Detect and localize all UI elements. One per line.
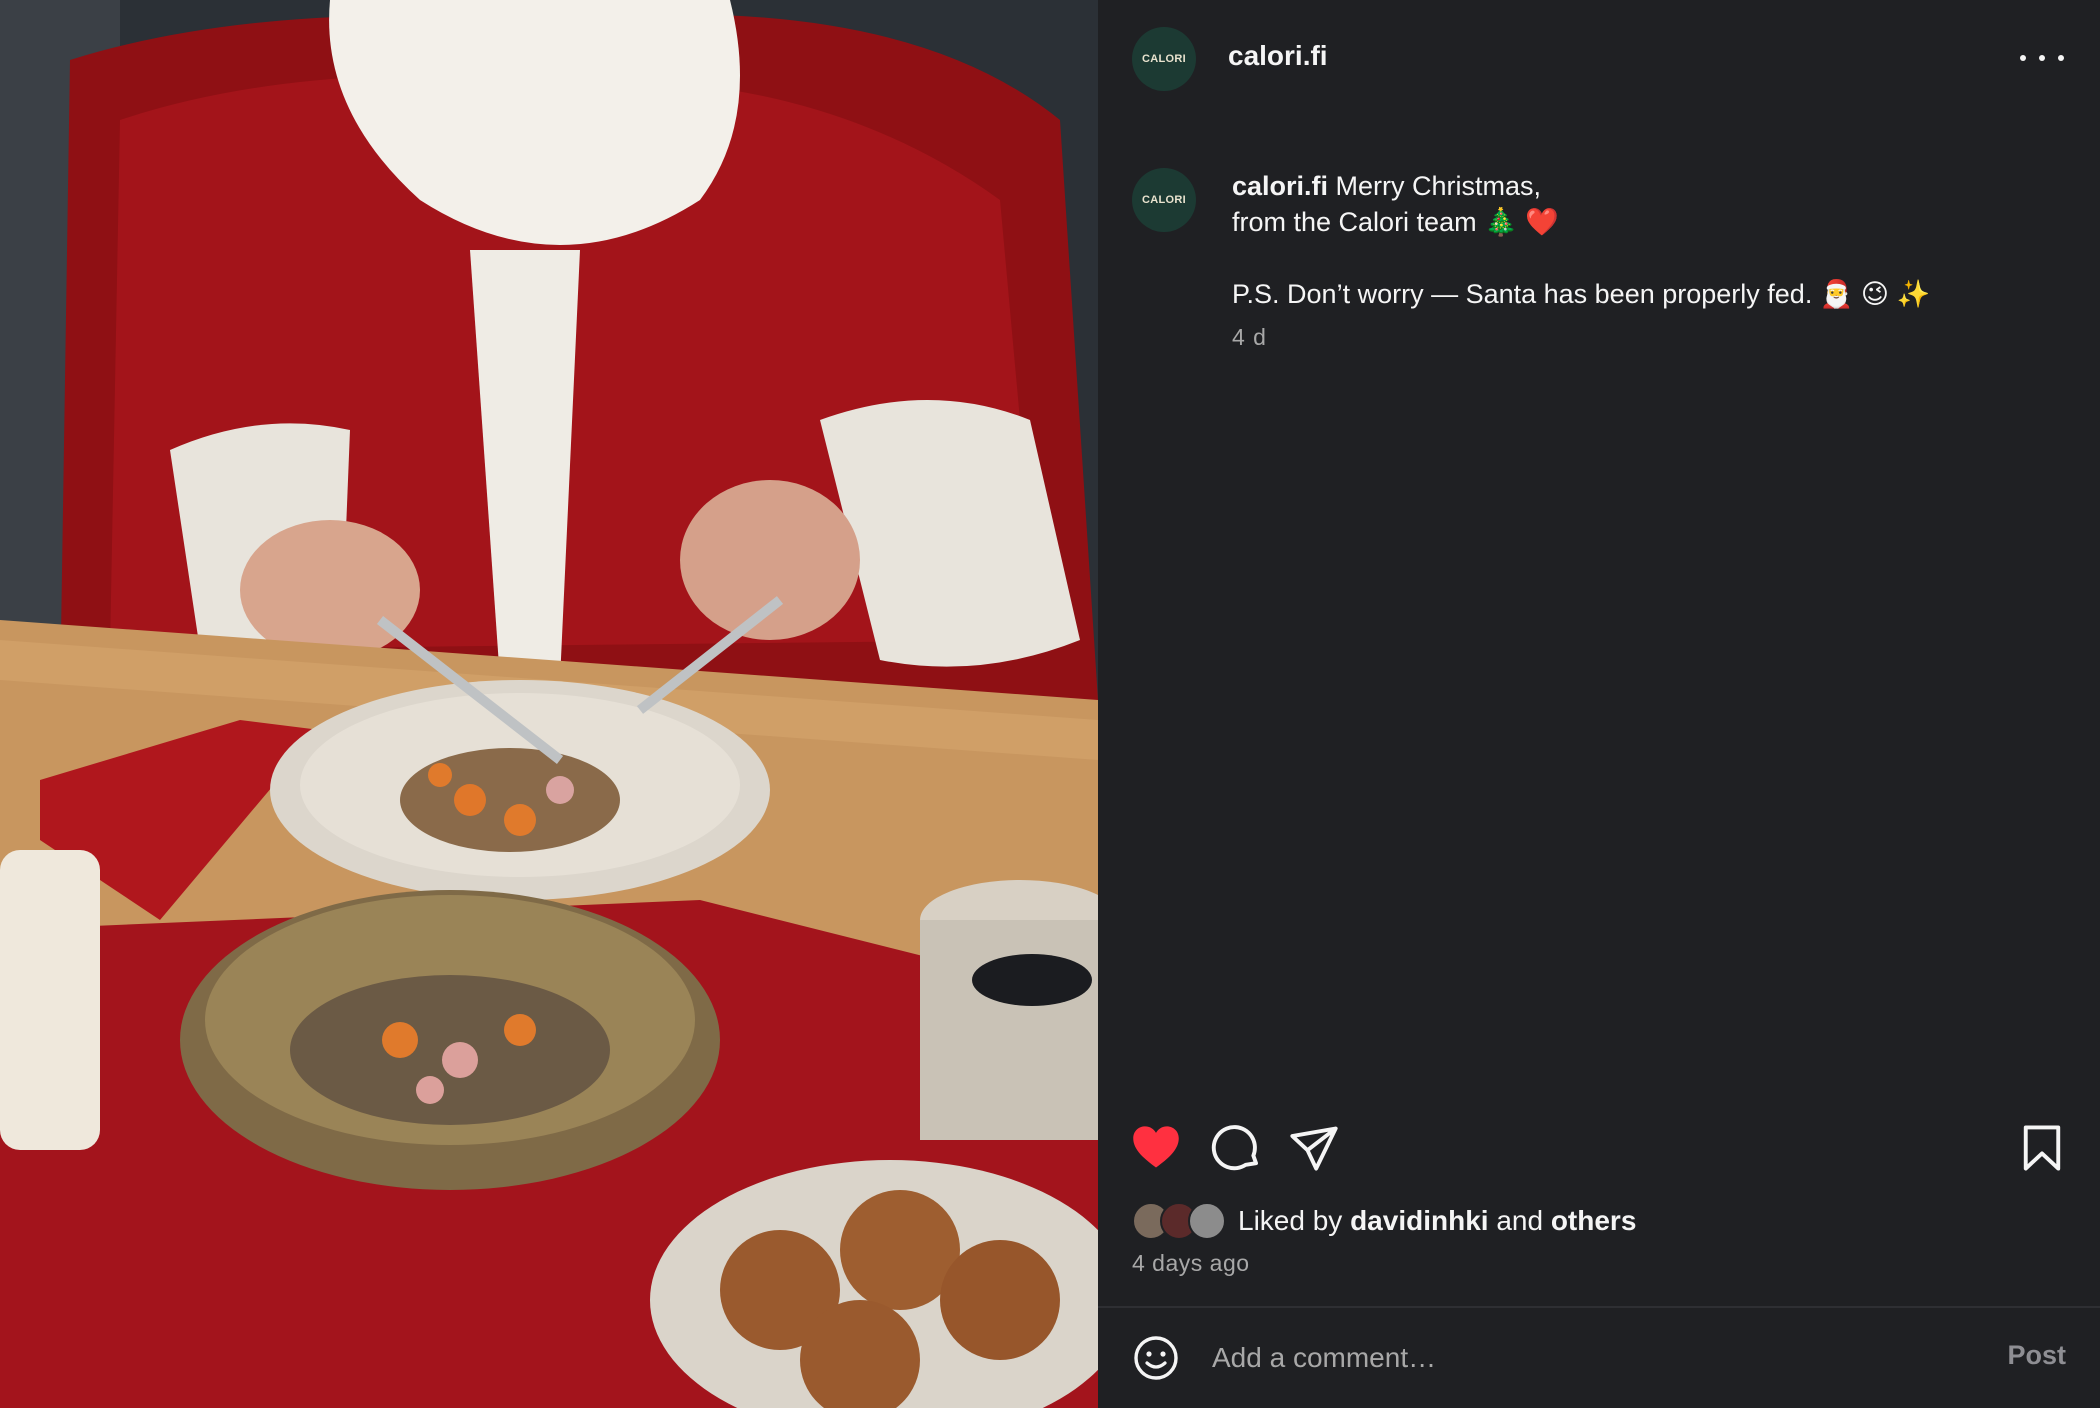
smiley-icon[interactable] [1132, 1334, 1180, 1382]
heart-filled-icon[interactable] [1130, 1122, 1182, 1174]
caption-ps: P.S. Don’t worry — Santa has been proper… [1232, 279, 1931, 309]
post-header: CALORI calori.fi [1098, 0, 2100, 120]
caption-line2: from the Calori team 🎄 ❤️ [1232, 207, 1559, 237]
author-username[interactable]: calori.fi [1228, 40, 1328, 72]
comment-input[interactable] [1212, 1330, 1952, 1386]
likes-user[interactable]: davidinhki [1350, 1205, 1488, 1236]
liker-avatar[interactable] [1188, 1202, 1226, 1240]
likes-prefix: Liked by [1238, 1205, 1343, 1236]
send-icon[interactable] [1288, 1122, 1340, 1174]
santa-eating-photo [0, 0, 1098, 1408]
post-date[interactable]: 4 days ago [1132, 1250, 1250, 1277]
comment-icon[interactable] [1210, 1122, 1262, 1174]
likes-summary: Liked by davidinhki and others [1132, 1200, 1636, 1242]
comment-bar: Post [1098, 1308, 2100, 1408]
likes-text[interactable]: Liked by davidinhki and others [1238, 1205, 1636, 1237]
bookmark-icon[interactable] [2016, 1122, 2068, 1174]
caption-timestamp[interactable]: 4 d [1232, 324, 1267, 351]
post-actions [1098, 1116, 2100, 1180]
author-avatar[interactable]: CALORI [1132, 27, 1196, 91]
caption-username[interactable]: calori.fi [1232, 171, 1328, 201]
post-comment-button[interactable]: Post [2007, 1340, 2066, 1371]
post-details-panel: CALORI calori.fi CALORI calori.fi Merry … [1098, 0, 2100, 1408]
likes-connector: and [1496, 1205, 1544, 1236]
avatar-text: CALORI [1142, 194, 1186, 206]
caption-avatar[interactable]: CALORI [1132, 168, 1196, 232]
caption-line1: Merry Christmas, [1335, 171, 1542, 201]
caption-text: calori.fi Merry Christmas, from the Calo… [1232, 168, 2052, 312]
post-photo[interactable] [0, 0, 1098, 1408]
more-options-icon[interactable] [2020, 42, 2064, 74]
likes-others[interactable]: others [1551, 1205, 1637, 1236]
avatar-text: CALORI [1142, 53, 1186, 65]
